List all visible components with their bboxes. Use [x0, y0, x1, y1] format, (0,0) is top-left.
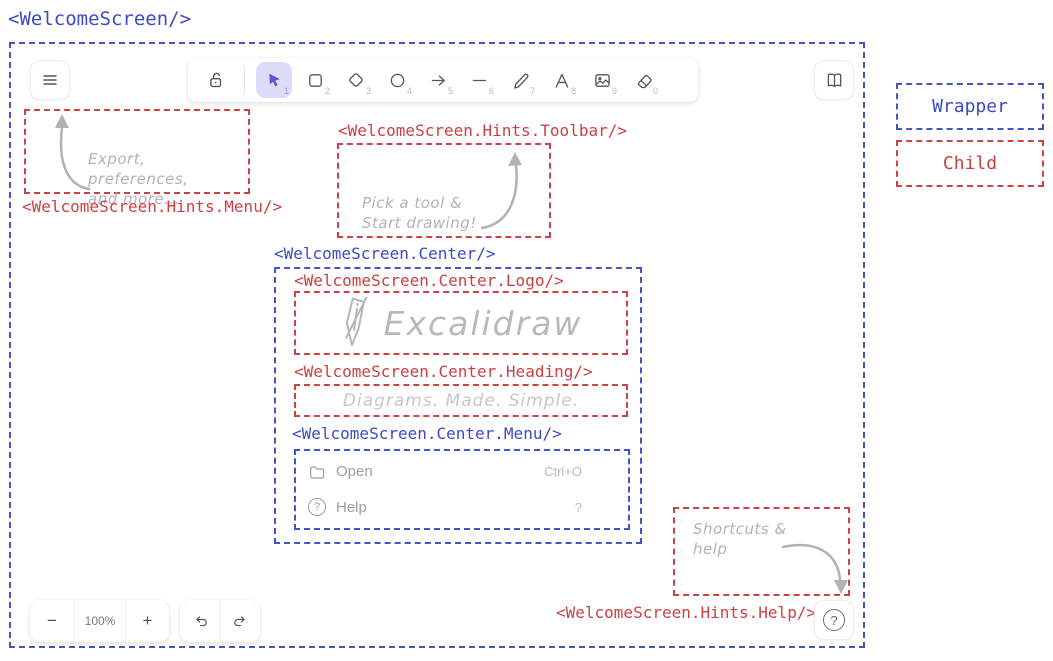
tool-number: 1 — [284, 86, 289, 96]
tool-number: 2 — [325, 86, 330, 96]
tool-button-line[interactable]: 6 — [461, 62, 497, 98]
menu-item-shortcut: ? — [575, 500, 582, 515]
hint-help-box: Shortcuts & help — [673, 507, 850, 596]
menu-item-label: Help — [336, 499, 367, 516]
hint-help-text: Shortcuts & help — [693, 519, 787, 559]
hint-menu-label: <WelcomeScreen.Hints.Menu/> — [22, 197, 282, 216]
hint-toolbar-text: Pick a tool & Start drawing! — [362, 193, 477, 233]
welcome-screen-canvas: 1 2 3 4 — [9, 42, 865, 648]
zoom-level-button[interactable]: 100% — [74, 600, 125, 642]
page: <WelcomeScreen/> — [0, 0, 1053, 661]
center-menu-label: <WelcomeScreen.Center.Menu/> — [292, 424, 562, 443]
hint-menu-box: Export, preferences, and more... — [24, 109, 250, 194]
ellipse-icon — [387, 70, 408, 91]
lock-button[interactable] — [197, 62, 233, 98]
hamburger-icon — [40, 70, 60, 90]
tool-number: 7 — [530, 86, 535, 96]
image-icon — [592, 70, 613, 91]
help-circle-icon: ? — [308, 498, 326, 516]
tool-button-arrow[interactable]: 5 — [420, 62, 456, 98]
diamond-icon — [345, 69, 367, 91]
library-button[interactable] — [814, 60, 854, 100]
hint-help-label: <WelcomeScreen.Hints.Help/> — [556, 603, 816, 622]
pencil-icon — [510, 70, 531, 91]
menu-item-label: Open — [336, 463, 373, 480]
center-menu-box: Open Ctrl+O ? Help ? — [294, 449, 630, 530]
selection-cursor-icon — [264, 70, 284, 90]
tool-button-eraser[interactable]: 0 — [625, 62, 661, 98]
legend-child-box: Child — [896, 140, 1044, 187]
hint-toolbar-box: Pick a tool & Start drawing! — [337, 143, 551, 238]
page-title: <WelcomeScreen/> — [8, 8, 191, 30]
folder-icon — [308, 463, 326, 481]
tool-button-selection[interactable]: 1 — [256, 62, 292, 98]
lock-open-icon — [204, 69, 226, 91]
center-logo-box: Excalidraw — [294, 291, 628, 355]
tool-number: 4 — [407, 86, 412, 96]
tool-button-draw[interactable]: 7 — [502, 62, 538, 98]
zoom-in-button[interactable]: + — [125, 600, 169, 642]
hint-toolbar-arrow-icon — [469, 149, 529, 234]
tool-button-text[interactable]: 8 — [543, 62, 579, 98]
tool-button-rectangle[interactable]: 2 — [297, 62, 333, 98]
center-heading-label: <WelcomeScreen.Center.Heading/> — [294, 362, 593, 381]
help-button[interactable]: ? — [814, 600, 854, 640]
tool-number: 8 — [571, 86, 576, 96]
line-icon — [469, 70, 490, 91]
zoom-controls: − 100% + — [30, 600, 169, 642]
legend-child-label: Child — [943, 153, 997, 174]
tool-number: 3 — [366, 86, 371, 96]
menu-item-shortcut: Ctrl+O — [544, 464, 582, 479]
toolbar: 1 2 3 4 — [188, 58, 698, 102]
logo-wordmark: Excalidraw — [384, 304, 583, 343]
center-heading-box: Diagrams. Made. Simple. — [294, 384, 628, 417]
toolbar-divider — [244, 67, 245, 93]
tool-number: 9 — [612, 86, 617, 96]
hint-toolbar-label: <WelcomeScreen.Hints.Toolbar/> — [338, 121, 627, 140]
legend-wrapper-box: Wrapper — [896, 83, 1044, 130]
tool-number: 6 — [489, 86, 494, 96]
undo-button[interactable] — [180, 600, 220, 642]
arrow-icon — [428, 70, 449, 91]
text-icon — [551, 70, 572, 91]
zoom-out-button[interactable]: − — [30, 600, 74, 642]
excalidraw-logo-icon — [340, 296, 374, 350]
redo-button[interactable] — [220, 600, 260, 642]
center-label: <WelcomeScreen.Center/> — [274, 244, 496, 263]
eraser-icon — [633, 70, 654, 91]
undo-icon — [191, 612, 210, 631]
tool-number: 0 — [653, 86, 658, 96]
question-mark-icon: ? — [823, 609, 845, 631]
menu-item-open[interactable]: Open Ctrl+O — [296, 454, 628, 490]
book-icon — [824, 70, 845, 91]
hamburger-menu-button[interactable] — [30, 60, 70, 100]
hint-help-arrow-icon — [775, 537, 850, 597]
rectangle-icon — [305, 70, 326, 91]
center-logo-label: <WelcomeScreen.Center.Logo/> — [294, 271, 564, 290]
center-heading-text: Diagrams. Made. Simple. — [343, 391, 579, 411]
redo-icon — [231, 612, 250, 631]
tool-number: 5 — [448, 86, 453, 96]
tool-button-ellipse[interactable]: 4 — [379, 62, 415, 98]
undo-redo-controls — [180, 600, 260, 642]
tool-button-diamond[interactable]: 3 — [338, 62, 374, 98]
tool-button-image[interactable]: 9 — [584, 62, 620, 98]
menu-item-help[interactable]: ? Help ? — [296, 490, 628, 526]
legend-wrapper-label: Wrapper — [932, 96, 1008, 117]
